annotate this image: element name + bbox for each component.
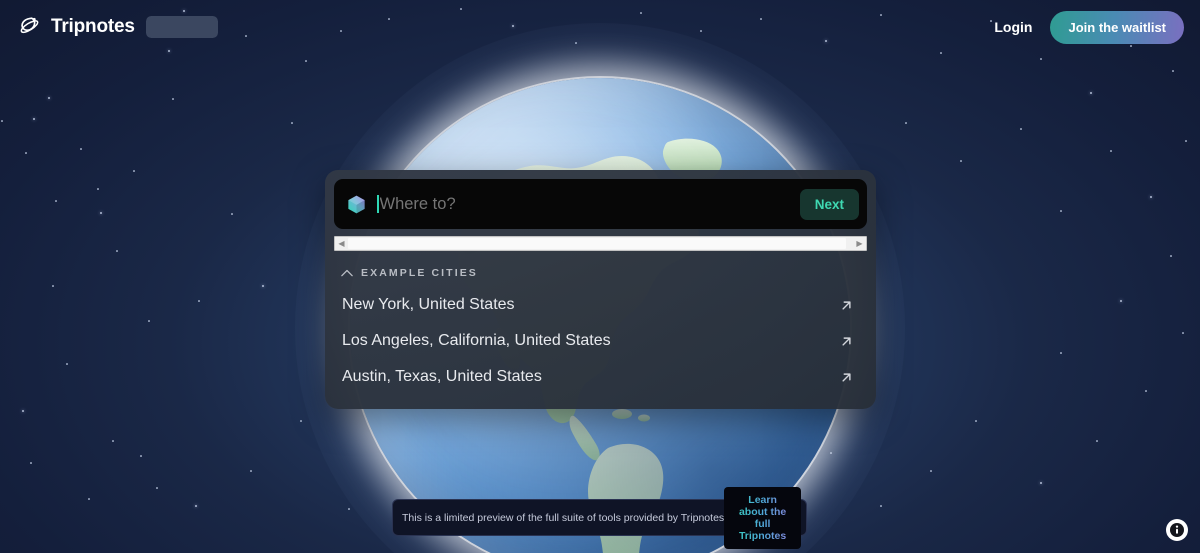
search-input-wrap[interactable] [377, 194, 800, 214]
chevron-up-icon [341, 269, 353, 277]
text-cursor [377, 195, 379, 213]
preview-badge: PREVIEW [146, 16, 219, 38]
city-label: Los Angeles, California, United States [342, 332, 611, 349]
arrow-up-right-icon [842, 372, 851, 382]
info-button[interactable] [1166, 519, 1188, 541]
city-label: Austin, Texas, United States [342, 368, 542, 385]
planet-leaf-logo-icon [20, 17, 39, 34]
page-root: Tripnotes PREVIEW Login Join the waitlis… [0, 0, 1200, 553]
brand-logo[interactable]: Tripnotes [18, 15, 135, 39]
search-card: Next ◀ ▶ EXAMPLE CITIES New York, United… [325, 170, 876, 409]
search-bar[interactable]: Next [334, 179, 867, 229]
scrollbar-thumb[interactable] [348, 238, 846, 249]
search-input[interactable] [379, 194, 800, 214]
suggestions-panel: EXAMPLE CITIES New York, United States L… [325, 251, 876, 409]
list-item[interactable]: New York, United States [325, 287, 876, 323]
arrow-up-right-icon [842, 300, 851, 310]
list-item[interactable]: Los Angeles, California, United States [325, 323, 876, 359]
horizontal-scrollbar[interactable]: ◀ ▶ [334, 236, 867, 251]
next-button[interactable]: Next [799, 188, 859, 220]
triangle-right-icon[interactable]: ▶ [853, 237, 866, 250]
brand-name: Tripnotes [51, 16, 135, 37]
login-link[interactable]: Login [994, 19, 1032, 35]
example-cities-header[interactable]: EXAMPLE CITIES [325, 267, 876, 279]
example-cities-label: EXAMPLE CITIES [361, 267, 478, 279]
preview-banner: This is a limited preview of the full su… [392, 486, 807, 549]
arrow-up-right-icon [842, 336, 851, 346]
learn-more-button[interactable]: Learn about the full Tripnotes [724, 486, 801, 549]
info-circle-icon [1170, 523, 1184, 537]
list-item[interactable]: Austin, Texas, United States [325, 359, 876, 395]
hexagon-gem-icon [348, 195, 365, 213]
banner-text: This is a limited preview of the full su… [402, 511, 725, 524]
triangle-left-icon[interactable]: ◀ [335, 237, 348, 250]
join-waitlist-button[interactable]: Join the waitlist [1050, 10, 1184, 44]
city-label: New York, United States [342, 296, 515, 313]
top-header: Tripnotes PREVIEW Login Join the waitlis… [0, 0, 1200, 54]
header-actions: Login Join the waitlist [994, 10, 1184, 44]
